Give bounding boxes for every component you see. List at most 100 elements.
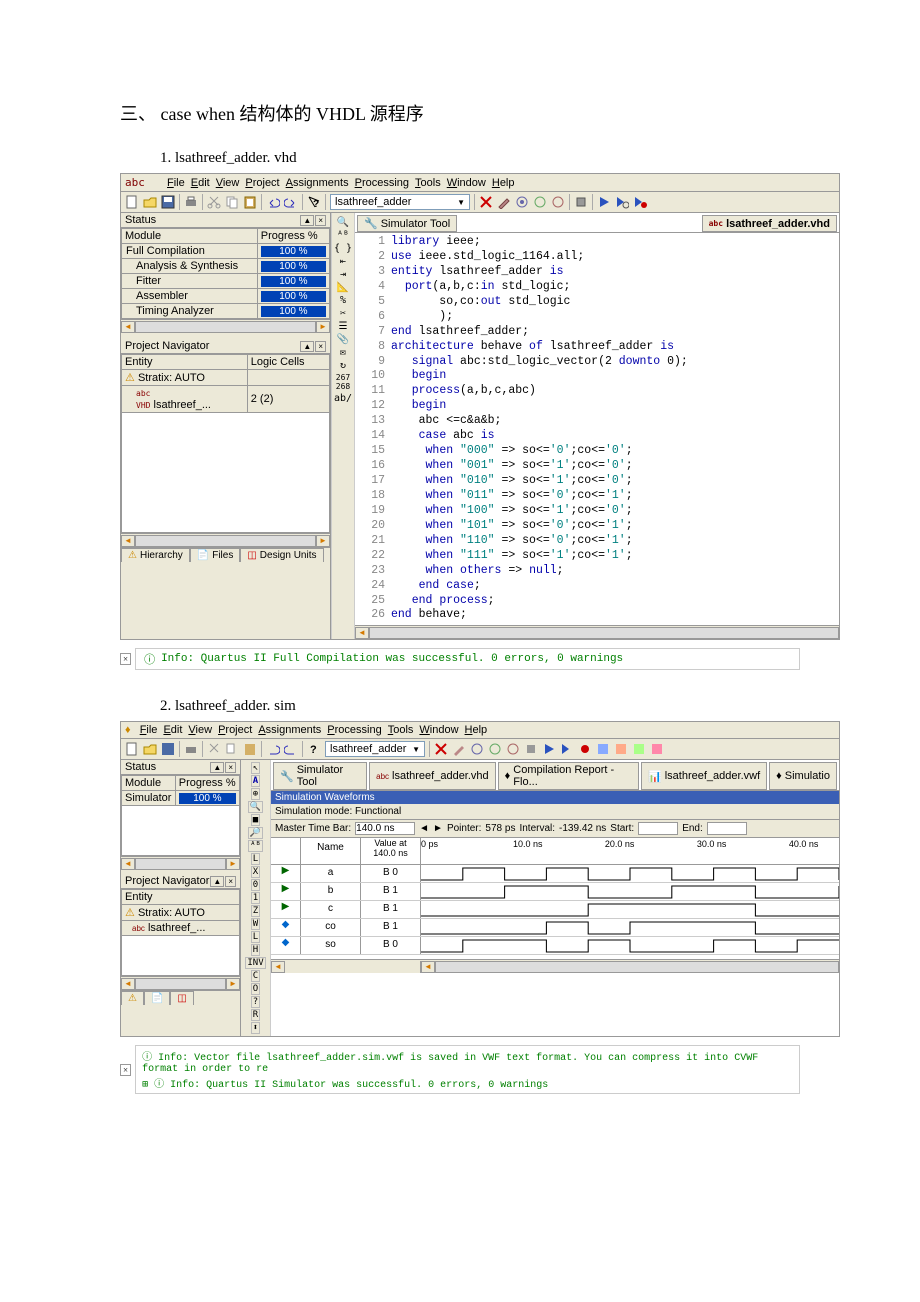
ab2-icon[interactable]: ab/ [334,393,352,404]
list-icon[interactable]: ☰ [339,321,348,332]
a-icon[interactable]: A [251,775,260,787]
chip-icon[interactable] [574,195,588,209]
clip-icon[interactable]: 📎 [337,334,349,345]
menu-file[interactable]: File [140,724,158,736]
paste-icon[interactable] [243,742,257,756]
q-icon[interactable]: ? [251,996,260,1008]
tab-files[interactable]: 📄 [144,991,170,1005]
play-stop-icon[interactable] [578,742,592,756]
end-input[interactable] [707,822,747,835]
t3-icon[interactable] [632,742,646,756]
code-editor[interactable]: 1library ieee;2use ieee.std_logic_1164.a… [355,233,839,625]
0-icon[interactable]: 0 [251,879,260,891]
close-icon[interactable]: × [315,215,326,226]
sq-icon[interactable]: ■ [251,814,260,826]
h-icon[interactable]: H [251,944,260,956]
cut2-icon[interactable]: ✂ [340,308,346,319]
new-icon[interactable] [125,195,139,209]
gear3-icon[interactable] [506,742,520,756]
scroll-right-icon[interactable]: ► [316,321,330,333]
menu-view[interactable]: View [188,724,212,736]
msg-close-icon[interactable]: × [120,653,131,665]
menu-project[interactable]: Project [218,724,252,736]
tab-vhd[interactable]: abclsathreef_adder.vhd [702,215,837,232]
table-row[interactable]: abcVHD lsathreef_...2 (2) [122,386,330,413]
menu-help[interactable]: Help [465,724,488,736]
1-icon[interactable]: 1 [251,892,260,904]
menu-help[interactable]: Help [492,177,515,189]
r-icon[interactable]: R [251,1009,260,1021]
scroll-left-icon[interactable]: ◄ [355,627,369,639]
pencil-icon[interactable] [497,195,511,209]
print-icon[interactable] [184,742,198,756]
tab-vwf[interactable]: 📊 lsathreef_adder.vwf [641,762,767,790]
msg-close-icon[interactable]: × [120,1064,131,1076]
expand-icon[interactable]: ⊞ [142,1080,148,1091]
project-combo[interactable]: lsathreef_adder▼ [325,741,425,757]
copy-icon[interactable] [225,195,239,209]
menu-tools[interactable]: Tools [415,177,441,189]
project-combo[interactable]: lsathreef_adder▼ [330,194,470,210]
tab-vhd[interactable]: abc lsathreef_adder.vhd [369,762,496,790]
menu-window[interactable]: Window [419,724,458,736]
t4-icon[interactable] [650,742,664,756]
tab-design-units[interactable]: ◫Design Units [240,548,323,562]
menu-project[interactable]: Project [245,177,279,189]
scroll-left-icon[interactable]: ◄ [421,961,435,973]
menu-processing[interactable]: Processing [355,177,409,189]
c-icon[interactable]: C [251,970,260,982]
pointer-left-icon[interactable]: ◄ [419,823,429,834]
w-icon[interactable]: W [251,918,260,930]
refresh-icon[interactable]: ↻ [340,360,346,371]
menu-window[interactable]: Window [447,177,486,189]
scroll-left-icon[interactable]: ◄ [121,535,135,547]
x-icon[interactable]: X [251,866,260,878]
find-icon[interactable]: 🔎 [248,827,263,839]
tab-hierarchy[interactable]: ⚠ [121,991,144,1005]
save-icon[interactable] [161,195,175,209]
new-icon[interactable] [125,742,139,756]
numbers-icon[interactable]: 267268 [336,373,350,391]
x-red-icon[interactable] [434,742,448,756]
menu-tools[interactable]: Tools [388,724,414,736]
gear2-icon[interactable] [488,742,502,756]
table-row[interactable]: abc lsathreef_... [122,921,240,936]
cut-icon[interactable] [207,195,221,209]
tab-simulator[interactable]: 🔧Simulator Tool [357,215,457,232]
tab-hierarchy[interactable]: ⚠Hierarchy [121,548,190,562]
pointer-right-icon[interactable]: ► [433,823,443,834]
t2-icon[interactable] [614,742,628,756]
open-icon[interactable] [143,742,157,756]
chip-icon[interactable] [524,742,538,756]
tab-design-units[interactable]: ◫ [170,991,193,1005]
print-icon[interactable] [184,195,198,209]
close-icon[interactable]: × [315,341,326,352]
scroll-left-icon[interactable]: ◄ [121,321,135,333]
gear-icon[interactable] [470,742,484,756]
mag-icon[interactable]: 🔍 [248,801,263,813]
paste-icon[interactable] [243,195,257,209]
undo-icon[interactable] [266,195,280,209]
pencil-icon[interactable] [452,742,466,756]
inv-icon[interactable]: INV [245,957,265,969]
brace-icon[interactable]: { } [334,243,352,254]
help-icon[interactable]: ? [307,195,321,209]
x-red-icon[interactable] [479,195,493,209]
tab-simrep[interactable]: ♦ Simulatio [769,762,837,790]
table-row[interactable]: ⚠ Stratix: AUTO [122,905,240,921]
menu-edit[interactable]: Edit [163,724,182,736]
tab-compile[interactable]: ♦ Compilation Report - Flo... [498,762,639,790]
percent-icon[interactable]: % [340,295,346,306]
l2-icon[interactable]: L [251,931,260,943]
pointer-icon[interactable]: ↖ [251,762,260,774]
outdent-icon[interactable]: ⇥ [340,269,346,280]
menu-file[interactable]: File [167,177,185,189]
z-icon[interactable]: Z [251,905,260,917]
ruler-icon[interactable]: 📐 [337,282,349,293]
gear3-icon[interactable] [551,195,565,209]
indent-icon[interactable]: ⇤ [340,256,346,267]
play-icon[interactable] [597,195,611,209]
menu-view[interactable]: View [216,177,240,189]
scroll-right-icon[interactable]: ► [316,535,330,547]
gear2-icon[interactable] [533,195,547,209]
